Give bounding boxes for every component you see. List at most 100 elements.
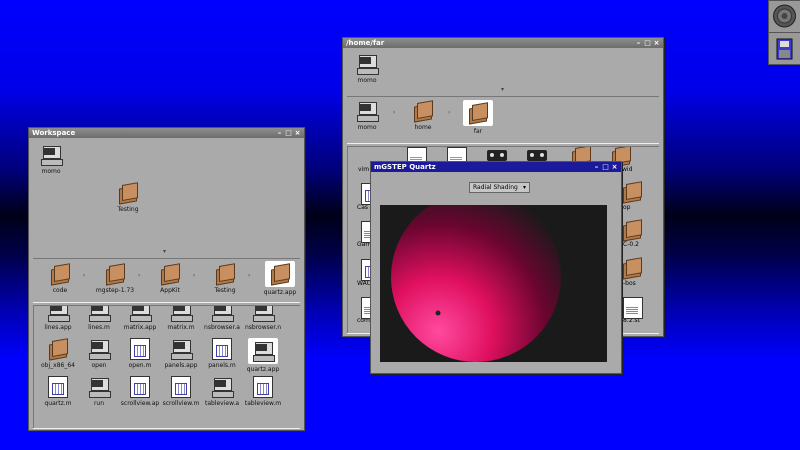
file-label-cas: Cas <box>357 204 368 211</box>
window-title: /home/far <box>346 39 385 47</box>
file-label: panels.m <box>208 362 236 369</box>
path-item-far[interactable]: far <box>452 100 504 135</box>
document-icon <box>171 376 191 398</box>
computer-icon <box>171 340 193 360</box>
folder-icon <box>414 100 433 123</box>
file-label: nsbrowser.n <box>244 324 282 331</box>
file-label: panels.app <box>164 362 198 369</box>
recycler-icon <box>773 4 796 28</box>
window-title: mGSTEP Quartz <box>374 163 436 171</box>
folder-icon[interactable] <box>623 181 642 204</box>
file-label-wid: wid <box>622 166 633 173</box>
file-item[interactable]: lines.app <box>37 306 79 331</box>
document-icon <box>48 376 68 398</box>
icon-momo[interactable]: momo <box>341 53 393 84</box>
workspace-window: Workspace – □ × momo Testing ▾ code › mg… <box>28 127 305 431</box>
maximize-icon[interactable]: □ <box>285 129 292 137</box>
resize-marker: ▾ <box>501 86 505 93</box>
file-item[interactable]: tableview.a <box>201 376 243 407</box>
minimize-icon[interactable]: – <box>593 163 600 171</box>
file-item[interactable]: obj_x86_64 <box>37 338 79 369</box>
minimize-icon[interactable]: – <box>276 129 283 137</box>
resize-marker: ▾ <box>163 248 167 255</box>
computer-icon <box>130 306 152 322</box>
computer-icon <box>89 306 111 322</box>
maximize-icon[interactable]: □ <box>602 163 609 171</box>
folder-icon[interactable] <box>623 219 642 242</box>
path-item-home[interactable]: home <box>397 100 449 131</box>
file-item[interactable]: open <box>78 338 120 369</box>
icon-momo[interactable]: momo <box>25 144 77 175</box>
quartz-titlebar[interactable]: mGSTEP Quartz – □ × <box>371 162 621 172</box>
file-item[interactable]: scrollview.ap <box>119 376 161 407</box>
document-icon[interactable] <box>623 297 643 319</box>
file-label: matrix.app <box>123 324 157 331</box>
icon-testing[interactable]: Testing <box>102 182 154 213</box>
folder-icon <box>119 182 138 205</box>
file-label: obj_x86_64 <box>41 362 75 369</box>
file-label: lines.m <box>88 324 110 331</box>
path-item-quartz-app[interactable]: quartz.app <box>254 261 306 296</box>
shading-select[interactable]: Radial Shading ▾ <box>469 182 530 193</box>
file-item[interactable]: matrix.m <box>160 306 202 331</box>
file-item[interactable]: open.m <box>119 338 161 369</box>
file-item[interactable]: quartz.m <box>37 376 79 407</box>
shading-select-label: Radial Shading <box>473 184 518 191</box>
workspace-titlebar[interactable]: Workspace – □ × <box>29 128 304 138</box>
file-label: matrix.m <box>167 324 195 331</box>
computer-icon <box>171 306 193 322</box>
gradient-center-handle[interactable] <box>435 310 441 316</box>
tape-icon[interactable] <box>527 150 547 161</box>
file-label-c02: C-0.2 <box>623 241 639 248</box>
tape-icon[interactable] <box>487 150 507 161</box>
computer-icon <box>89 340 111 360</box>
document-icon <box>253 376 273 398</box>
path-arrow: › <box>448 109 451 116</box>
file-item[interactable]: tableview.m <box>242 376 284 407</box>
file-label-bos: -bos <box>623 280 636 287</box>
file-label-wac: WAC <box>357 280 371 287</box>
maximize-icon[interactable]: □ <box>644 39 651 47</box>
file-item[interactable]: panels.m <box>201 338 243 369</box>
file-item[interactable]: matrix.app <box>119 306 161 331</box>
path-item-mgstep[interactable]: mgstep-1.73 <box>89 263 141 294</box>
dock-tile-recycler[interactable] <box>768 0 800 33</box>
close-icon[interactable]: × <box>653 39 660 47</box>
path-item-momo[interactable]: momo <box>341 100 393 131</box>
file-item[interactable]: lines.m <box>78 306 120 331</box>
folder-icon[interactable] <box>623 257 642 280</box>
path-item-appkit[interactable]: AppKit <box>144 263 196 294</box>
minimize-icon[interactable]: – <box>635 39 642 47</box>
computer-icon <box>48 306 70 322</box>
close-icon[interactable]: × <box>611 163 618 171</box>
home-far-titlebar[interactable]: /home/far – □ × <box>343 38 663 48</box>
document-icon <box>130 338 150 360</box>
radial-shading-sphere <box>391 192 561 362</box>
file-item[interactable]: quartz.app <box>242 338 284 373</box>
window-title: Workspace <box>32 129 76 137</box>
file-label: quartz.m <box>44 400 72 407</box>
file-item[interactable]: nsbrowser.n <box>242 306 284 331</box>
dock-tile-disk[interactable] <box>768 32 800 65</box>
file-item[interactable]: scrollview.m <box>160 376 202 407</box>
file-item[interactable]: run <box>78 376 120 407</box>
file-item[interactable]: panels.app <box>160 338 202 369</box>
folder-icon <box>49 338 68 361</box>
computer-icon <box>41 146 63 166</box>
close-icon[interactable]: × <box>294 129 301 137</box>
file-item[interactable]: nsbrowser.a <box>201 306 243 331</box>
path-item-code[interactable]: code <box>34 263 86 294</box>
file-label: nsbrowser.a <box>204 324 240 331</box>
computer-icon <box>212 306 234 322</box>
computer-icon <box>212 378 234 398</box>
file-label: open <box>91 362 107 369</box>
path-item-testing[interactable]: Testing <box>199 263 251 294</box>
folder-icon <box>216 263 235 286</box>
document-icon <box>130 376 150 398</box>
quartz-window: mGSTEP Quartz – □ × Radial Shading ▾ <box>370 161 622 374</box>
computer-icon <box>89 378 111 398</box>
quartz-canvas[interactable] <box>380 192 607 362</box>
path-arrow: › <box>193 272 196 279</box>
file-label-op: op <box>623 204 631 211</box>
folder-icon <box>271 263 290 286</box>
